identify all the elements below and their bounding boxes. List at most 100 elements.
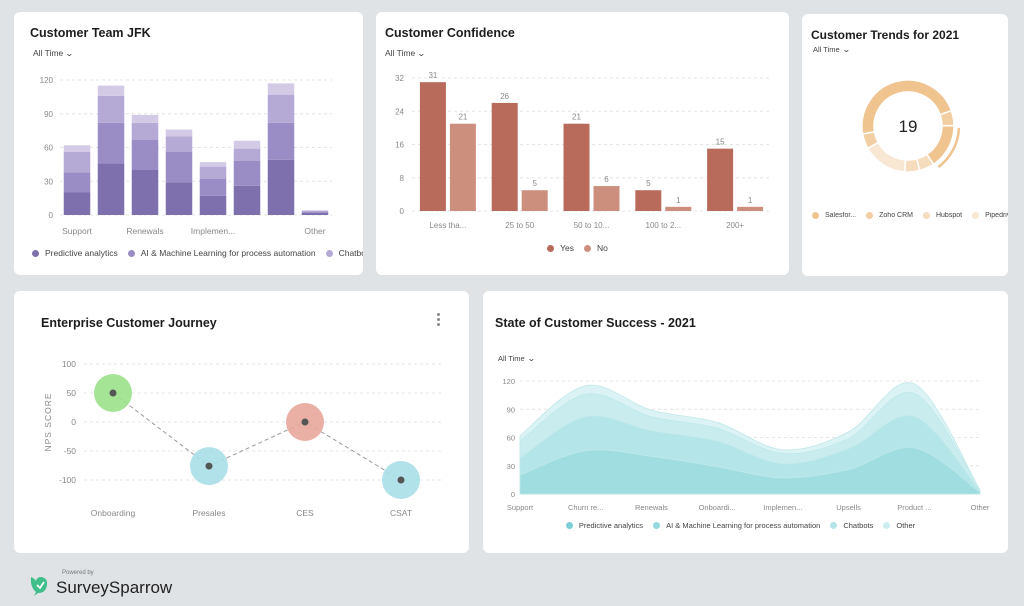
bar-segment (165, 129, 193, 137)
bar-segment (233, 161, 261, 186)
card-customer-confidence: Customer Confidence All Time ⌄ 0 8 16 24 32 31… (376, 12, 789, 275)
y-tick-label: 24 (395, 107, 404, 116)
bar-segment (131, 114, 159, 123)
stacked-bar-chart: 0 30 60 90 120 Support Renewals Implemen... Othe… (40, 76, 332, 236)
legend-dot-icon (866, 212, 874, 219)
bar-segment (267, 159, 295, 215)
legend-dot-icon (653, 522, 661, 529)
bar-segment (131, 139, 159, 170)
legend-dot-icon (127, 249, 135, 257)
y-tick-label: 50 (67, 388, 77, 398)
legend-label: AI & Machine Learning for process automa… (140, 248, 316, 258)
legend-item[interactable]: Hubspot (922, 212, 962, 219)
data-label: 5 (532, 179, 537, 188)
bar-segment (199, 166, 227, 179)
bar (635, 190, 662, 211)
data-label: 15 (716, 138, 725, 147)
x-tick-label: Support (507, 503, 534, 512)
bar-segment (301, 212, 329, 215)
data-label: 6 (604, 175, 609, 184)
legend-label: Predictive analytics (45, 248, 118, 258)
x-tick-label: Support (62, 226, 92, 236)
data-label: 21 (458, 113, 467, 122)
x-tick-label: Product ... (897, 503, 931, 512)
connector-line (112, 392, 402, 481)
y-tick-label: 30 (507, 462, 515, 471)
card-enterprise-customer-journey: Enterprise Customer Journey -100 -50 0 50 10… (14, 291, 469, 553)
y-tick-label: -50 (64, 446, 77, 456)
bar (419, 82, 446, 211)
legend-item[interactable]: Salesfor... (812, 212, 856, 219)
bar-segment (131, 170, 159, 215)
x-tick-label: 50 to 10... (574, 221, 610, 230)
legend-label: Predictive analytics (578, 521, 644, 530)
bar-segment (165, 152, 193, 183)
x-tick-label: Onboardi... (699, 503, 736, 512)
x-tick-label: 100 to 2... (646, 221, 682, 230)
legend-item[interactable]: Predictive analytics (32, 248, 118, 258)
donut-slice (903, 157, 921, 173)
score-point (205, 462, 213, 470)
legend-item[interactable]: Zoho CRM (866, 212, 913, 219)
bar-segment (199, 179, 227, 196)
legend-item[interactable]: Yes (547, 243, 574, 253)
bar-segment (199, 162, 227, 167)
y-tick-label: 120 (502, 377, 515, 386)
y-tick-label: 0 (71, 417, 76, 427)
legend-item[interactable]: AI & Machine Learning for process automa… (653, 521, 820, 530)
bar (707, 148, 734, 211)
score-point (397, 476, 405, 484)
data-label: 5 (646, 179, 651, 188)
data-label: 26 (500, 92, 509, 101)
bar-segment (63, 192, 91, 215)
legend-dot-icon (32, 249, 39, 257)
chart-legend: Salesfor... Zoho CRM Hubspot Pipedriv... (812, 212, 1008, 219)
legend-item[interactable]: Chatbots (830, 521, 873, 530)
y-tick-label: 0 (400, 207, 405, 216)
legend-label: Zoho CRM (879, 212, 913, 219)
bar-segment (233, 148, 261, 161)
x-tick-label: CES (296, 508, 314, 518)
legend-item[interactable]: Chatbots (325, 248, 363, 258)
stacked-area-chart: 0 30 60 90 120 Support Churn re... Renewals Onbo… (502, 377, 989, 512)
legend-item[interactable]: Predictive analytics (565, 521, 644, 530)
data-label: 1 (676, 196, 681, 205)
bar-segment (165, 136, 193, 152)
data-label: 1 (748, 196, 753, 205)
donut-slice (866, 141, 907, 173)
legend-label: Yes (560, 243, 574, 253)
card-state-of-customer-success: State of Customer Success - 2021 All Tim… (483, 291, 1008, 553)
x-tick-label: Upsells (836, 503, 861, 512)
legend-dot-icon (972, 212, 980, 219)
bar-segment (165, 182, 193, 215)
grouped-bar-chart: 0 8 16 24 32 31 21 Less tha... 26 5 25 to 50 21 6 50 … (395, 71, 771, 230)
y-tick-label: 0 (511, 490, 515, 499)
legend-item[interactable]: Pipedriv... (972, 212, 1008, 219)
legend-item[interactable]: Other (883, 521, 915, 530)
legend-label: Chatbots (338, 248, 363, 258)
y-tick-label: 32 (395, 74, 404, 83)
scatter-chart: -100 -50 0 50 100 NPS SCORE Onboarding Presales… (43, 359, 444, 518)
legend-item[interactable]: AI & Machine Learning for process automa… (127, 248, 316, 258)
bar-segment (97, 122, 125, 164)
bar-segment (199, 195, 227, 215)
x-tick-label: Churn re... (568, 503, 603, 512)
legend-label: Chatbots (843, 521, 874, 530)
legend-item[interactable]: No (584, 243, 608, 253)
bar-segment (97, 95, 125, 123)
y-tick-label: 90 (44, 110, 53, 119)
legend-dot-icon (812, 212, 819, 219)
legend-label: Other (896, 521, 916, 530)
legend-dot-icon (565, 522, 573, 529)
bar-segment (63, 172, 91, 193)
x-tick-label: Implemen... (763, 503, 802, 512)
x-tick-label: Renewals (635, 503, 668, 512)
y-tick-label: 8 (400, 174, 405, 183)
card-customer-trends: Customer Trends for 2021 All Time ⌄ 19 Sa… (802, 14, 1008, 276)
bar-segment (233, 140, 261, 149)
bar-segment (301, 211, 329, 213)
x-tick-label: Renewals (126, 226, 163, 236)
y-tick-label: 60 (44, 144, 53, 153)
y-tick-label: 120 (40, 76, 54, 85)
x-tick-label: Other (304, 226, 325, 236)
